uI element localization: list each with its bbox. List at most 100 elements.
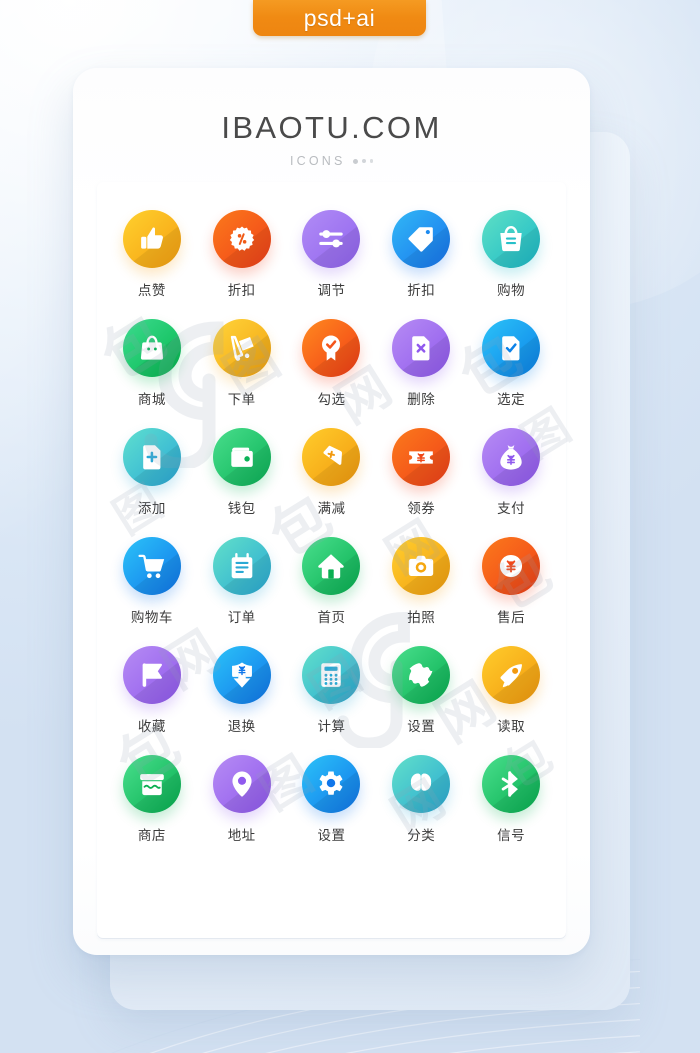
handbag-icon <box>140 335 163 360</box>
wallet-icon-disc[interactable] <box>212 428 271 486</box>
gear-blob-icon-disc[interactable] <box>392 646 451 704</box>
icon-cell-yuan-refund[interactable]: 售后 <box>466 537 556 626</box>
four-squares-icon-disc[interactable] <box>392 755 451 813</box>
bluetooth-icon-disc[interactable] <box>482 755 541 813</box>
icon-cell-camera[interactable]: 拍照 <box>376 537 466 626</box>
icon-cell-map-pin[interactable]: 地址 <box>197 755 287 844</box>
icon-label: 钱包 <box>227 501 256 517</box>
home-icon-disc[interactable] <box>302 537 361 595</box>
icon-cell-file-add[interactable]: 添加 <box>107 428 197 517</box>
percent-badge-icon <box>229 226 254 251</box>
yuan-download-icon-disc[interactable] <box>212 646 271 704</box>
gear-icon <box>319 771 344 795</box>
icon-cell-dolly-box[interactable]: 下单 <box>197 319 287 408</box>
icon-label: 满减 <box>317 501 346 517</box>
icon-cell-percent-badge[interactable]: 折扣 <box>197 210 287 299</box>
yuan-refund-icon-disc[interactable] <box>482 537 541 595</box>
icon-cell-sliders[interactable]: 调节 <box>287 210 377 299</box>
icon-label: 订单 <box>227 610 256 626</box>
price-tag-icon-disc[interactable] <box>392 210 451 268</box>
icon-label: 拍照 <box>407 610 436 626</box>
icon-label: 支付 <box>497 501 526 517</box>
icon-cell-clipboard-order[interactable]: 订单 <box>197 537 287 626</box>
clipboard-order-icon-disc[interactable] <box>212 537 271 595</box>
camera-icon <box>409 555 434 576</box>
file-add-icon <box>143 445 161 470</box>
file-check-icon-disc[interactable] <box>482 319 541 377</box>
icon-label: 领券 <box>407 501 436 517</box>
thumbs-up-icon <box>141 227 163 249</box>
calculator-icon-disc[interactable] <box>302 646 361 704</box>
icon-cell-discount-tag[interactable]: 满减 <box>287 428 377 517</box>
shopping-basket-icon <box>500 225 522 252</box>
card-header: IBAOTU.COM ICONS <box>73 68 590 168</box>
icon-cell-money-bag[interactable]: 支付 <box>466 428 556 517</box>
price-tag-icon <box>408 227 434 252</box>
file-delete-icon <box>412 336 430 361</box>
icon-label: 地址 <box>227 828 256 844</box>
icon-label: 选定 <box>497 392 526 408</box>
page-title: IBAOTU.COM <box>221 110 442 145</box>
icon-cell-coupon-ticket[interactable]: 领券 <box>376 428 466 517</box>
store-icon-disc[interactable] <box>122 755 181 813</box>
icon-cell-gear[interactable]: 设置 <box>287 755 377 844</box>
icon-label: 下单 <box>227 392 256 408</box>
icon-cell-calculator[interactable]: 计算 <box>287 646 377 735</box>
icon-cell-bluetooth[interactable]: 信号 <box>466 755 556 844</box>
coupon-ticket-icon-disc[interactable] <box>392 428 451 486</box>
icon-cell-four-squares[interactable]: 分类 <box>376 755 466 844</box>
icon-cell-flag[interactable]: 收藏 <box>107 646 197 735</box>
rocket-icon <box>500 664 523 688</box>
map-pin-icon-disc[interactable] <box>212 755 271 813</box>
file-check-icon <box>502 336 520 361</box>
icon-cell-shopping-cart[interactable]: 购物车 <box>107 537 197 626</box>
icon-label: 计算 <box>317 719 346 735</box>
psd-ai-tag-label: psd+ai <box>303 4 376 31</box>
gear-icon-disc[interactable] <box>302 755 361 813</box>
icon-cell-file-delete[interactable]: 删除 <box>376 319 466 408</box>
icon-cell-store[interactable]: 商店 <box>107 755 197 844</box>
camera-icon-disc[interactable] <box>392 537 451 595</box>
rocket-icon-disc[interactable] <box>482 646 541 704</box>
flag-icon <box>142 663 162 687</box>
icon-cell-gear-blob[interactable]: 设置 <box>376 646 466 735</box>
icon-label: 折扣 <box>407 283 436 299</box>
icon-cell-thumbs-up[interactable]: 点赞 <box>107 210 197 299</box>
icon-cell-home[interactable]: 首页 <box>287 537 377 626</box>
icon-label: 商店 <box>137 828 166 844</box>
dolly-box-icon-disc[interactable] <box>212 319 271 377</box>
handbag-icon-disc[interactable] <box>122 319 181 377</box>
shopping-cart-icon-disc[interactable] <box>122 537 181 595</box>
icon-label: 调节 <box>317 283 346 299</box>
gear-blob-icon <box>409 663 433 687</box>
dolly-box-icon <box>230 335 254 361</box>
discount-tag-icon-disc[interactable] <box>302 428 361 486</box>
icon-label: 售后 <box>497 610 526 626</box>
icon-cell-yuan-download[interactable]: 退换 <box>197 646 287 735</box>
icon-sheet-card: IBAOTU.COM ICONS 点赞 折扣 调节 折扣 购物 商城 下单 勾选 删除 选定 添加 钱… <box>73 68 590 955</box>
icon-cell-check-medal[interactable]: 勾选 <box>287 319 377 408</box>
money-bag-icon-disc[interactable] <box>482 428 541 486</box>
icon-cell-wallet[interactable]: 钱包 <box>197 428 287 517</box>
sliders-icon-disc[interactable] <box>302 210 361 268</box>
clipboard-order-icon <box>231 553 252 579</box>
discount-tag-icon <box>323 445 343 465</box>
coupon-ticket-icon <box>409 451 434 464</box>
icon-cell-price-tag[interactable]: 折扣 <box>376 210 466 299</box>
icon-label: 勾选 <box>317 392 346 408</box>
flag-icon-disc[interactable] <box>122 646 181 704</box>
check-medal-icon-disc[interactable] <box>302 319 361 377</box>
icon-label: 商城 <box>137 392 166 408</box>
icon-label: 购物 <box>497 283 526 299</box>
icon-cell-file-check[interactable]: 选定 <box>466 319 556 408</box>
icon-cell-rocket[interactable]: 读取 <box>466 646 556 735</box>
file-delete-icon-disc[interactable] <box>392 319 451 377</box>
file-add-icon-disc[interactable] <box>122 428 181 486</box>
thumbs-up-icon-disc[interactable] <box>122 210 181 268</box>
percent-badge-icon-disc[interactable] <box>212 210 271 268</box>
store-icon <box>140 774 164 796</box>
icon-cell-handbag[interactable]: 商城 <box>107 319 197 408</box>
shopping-basket-icon-disc[interactable] <box>482 210 541 268</box>
yuan-refund-icon <box>500 554 523 578</box>
icon-cell-shopping-basket[interactable]: 购物 <box>466 210 556 299</box>
